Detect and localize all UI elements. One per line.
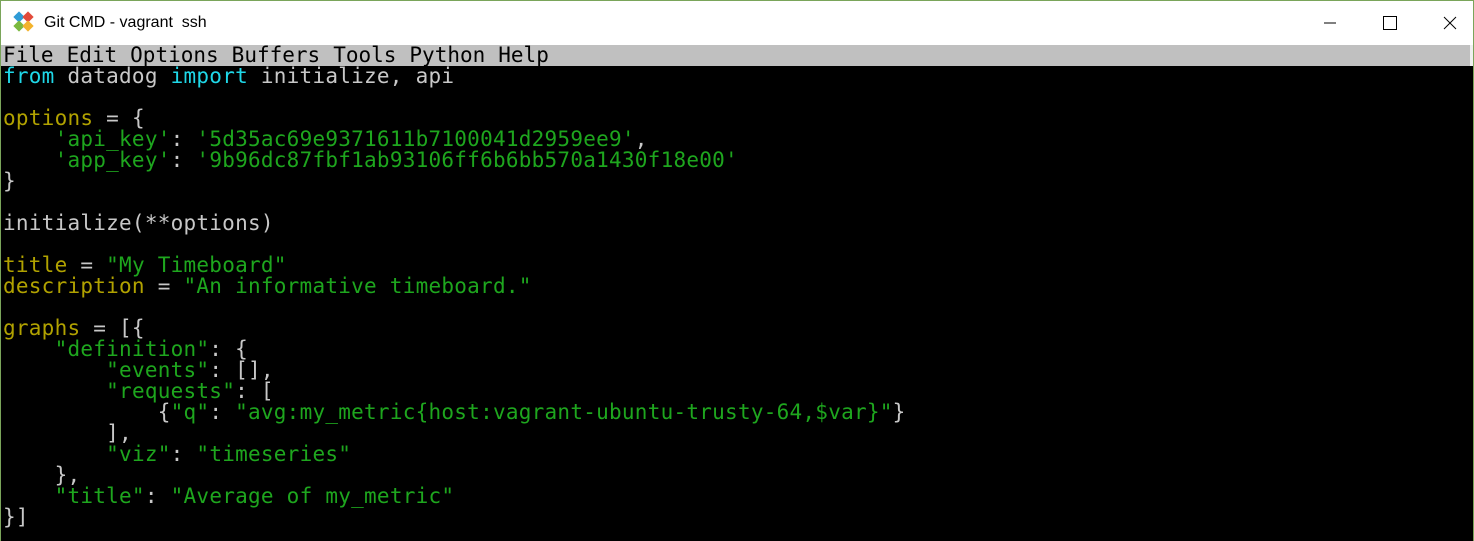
code-token: import: [170, 66, 248, 88]
close-button[interactable]: [1427, 1, 1473, 45]
menu-python[interactable]: Python: [409, 45, 485, 66]
code-line: from datadog import initialize, api: [3, 66, 1473, 87]
code-line: title = "My Timeboard": [3, 255, 1473, 276]
menu-edit[interactable]: Edit: [67, 45, 118, 66]
code-token: "timeseries": [196, 442, 352, 466]
terminal-window: Git CMD - vagrant ssh File Edit Options …: [0, 0, 1474, 541]
close-icon: [1443, 16, 1457, 30]
scrollbar-strip: [1470, 45, 1473, 66]
code-token: =: [144, 274, 184, 298]
code-token: :: [170, 148, 197, 172]
code-line: "title": "Average of my_metric": [3, 486, 1473, 507]
code-token: initialize(**options): [3, 211, 274, 235]
menu-options[interactable]: Options: [130, 45, 219, 66]
code-line: 'api_key': '5d35ac69e9371611b7100041d295…: [3, 129, 1473, 150]
code-editor[interactable]: from datadog import initialize, api opti…: [3, 66, 1473, 541]
code-token: "title": [54, 484, 145, 508]
code-token: 'app_key': [54, 148, 171, 172]
code-line: },: [3, 465, 1473, 486]
code-token: '9b96dc87fbf1ab93106ff6b6bb570a1430f18e0…: [196, 148, 738, 172]
code-token: "Average of my_metric": [170, 484, 455, 508]
code-line: graphs = [{: [3, 318, 1473, 339]
menu-tools[interactable]: Tools: [333, 45, 396, 66]
code-line: {"q": "avg:my_metric{host:vagrant-ubuntu…: [3, 402, 1473, 423]
minimize-icon: [1324, 22, 1336, 24]
code-token: :: [144, 484, 171, 508]
code-line: "requests": [: [3, 381, 1473, 402]
code-line: }: [3, 171, 1473, 192]
code-token: "An informative timeboard.": [183, 274, 532, 298]
code-token: :: [209, 400, 236, 424]
menu-file[interactable]: File: [3, 45, 54, 66]
minimize-button[interactable]: [1307, 1, 1353, 45]
code-line: options = {: [3, 108, 1473, 129]
code-token: "avg:my_metric{host:vagrant-ubuntu-trust…: [235, 400, 893, 424]
window-title: Git CMD - vagrant ssh: [44, 14, 207, 31]
code-token: }]: [3, 505, 29, 529]
code-line: ],: [3, 423, 1473, 444]
code-token: "q": [170, 400, 210, 424]
title-bar[interactable]: Git CMD - vagrant ssh: [1, 0, 1473, 45]
code-line: "definition": {: [3, 339, 1473, 360]
code-line: initialize(**options): [3, 213, 1473, 234]
maximize-button[interactable]: [1367, 1, 1413, 45]
menu-bar: File Edit Options Buffers Tools Python H…: [1, 45, 1473, 66]
code-line: 'app_key': '9b96dc87fbf1ab93106ff6b6bb57…: [3, 150, 1473, 171]
code-token: datadog: [54, 66, 171, 88]
code-token: :: [170, 442, 197, 466]
code-token: "viz": [106, 442, 171, 466]
code-line: "viz": "timeseries": [3, 444, 1473, 465]
code-token: description: [3, 274, 145, 298]
code-line: description = "An informative timeboard.…: [3, 276, 1473, 297]
code-line: "events": [],: [3, 360, 1473, 381]
code-token: initialize, api: [247, 66, 455, 88]
maximize-icon: [1383, 16, 1397, 30]
code-line: }]: [3, 507, 1473, 528]
window-controls: [1293, 1, 1473, 45]
git-icon: [13, 11, 34, 32]
menu-help[interactable]: Help: [498, 45, 549, 66]
code-token: }: [892, 400, 906, 424]
menu-buffers[interactable]: Buffers: [232, 45, 321, 66]
